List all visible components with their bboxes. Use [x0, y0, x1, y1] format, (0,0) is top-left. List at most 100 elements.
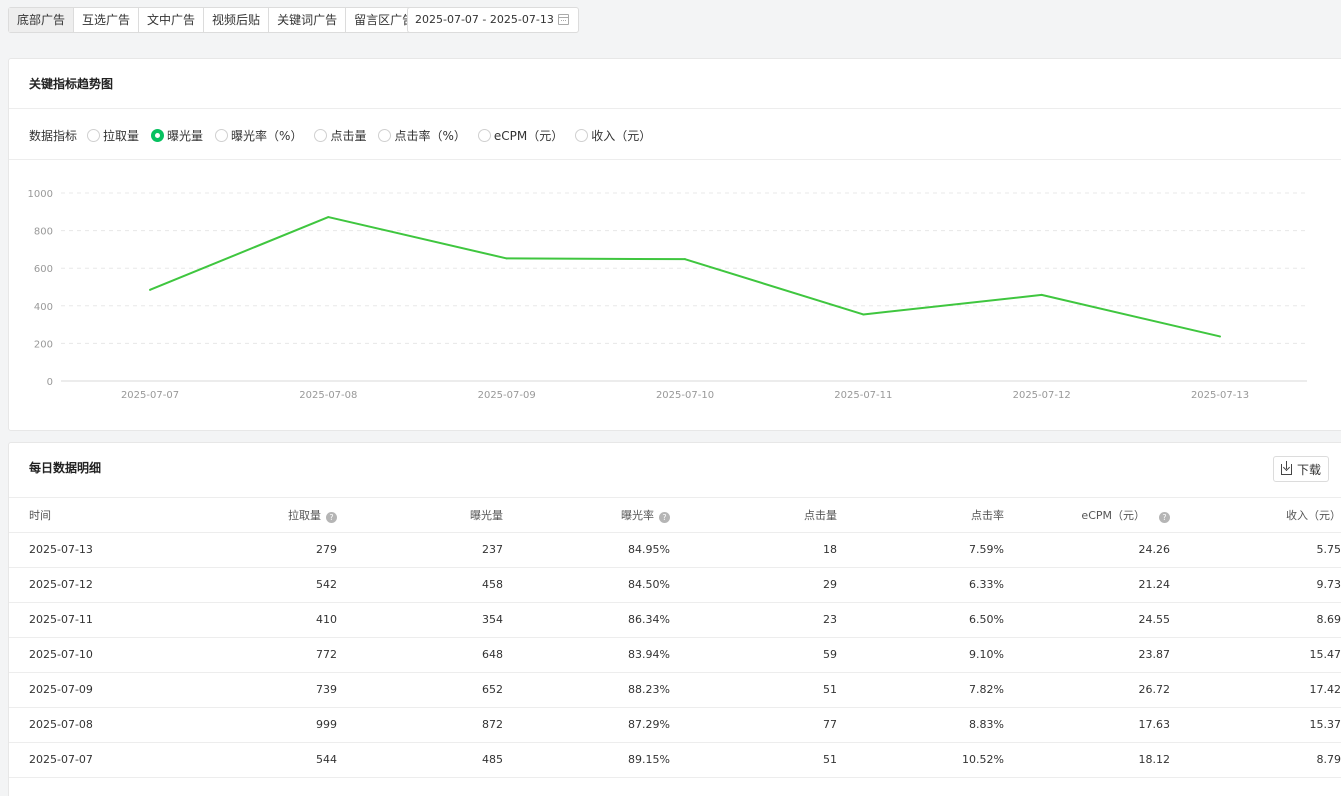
radio-label: 点击量 [330, 128, 367, 143]
cell-click-rate: 6.33% [837, 567, 1004, 603]
cell-revenue: 17.42 [1170, 672, 1341, 708]
x-tick-label: 2025-07-07 [121, 390, 179, 401]
col-header-click-rate: 点击率 [837, 498, 1004, 533]
tab-keyword-ad[interactable]: 关键词广告 [269, 8, 347, 32]
data-point[interactable] [1040, 293, 1043, 296]
x-tick-label: 2025-07-09 [478, 390, 536, 401]
cell-click-count: 59 [670, 637, 837, 673]
radio-exposure-rate[interactable]: 曝光率（%） [215, 127, 302, 144]
cell-ecpm: 24.55 [1004, 602, 1170, 638]
cell-exposure-count: 872 [337, 707, 503, 743]
cell-ecpm: 26.72 [1004, 672, 1170, 708]
cell-date: 2025-07-08 [9, 707, 189, 743]
col-header-date: 时间 [9, 498, 189, 533]
date-range-picker[interactable]: 2025-07-07 - 2025-07-13 [407, 7, 579, 33]
data-point[interactable] [684, 258, 686, 261]
cell-ecpm: 23.87 [1004, 637, 1170, 673]
cell-exposure-count: 648 [337, 637, 503, 673]
x-tick-label: 2025-07-08 [299, 390, 357, 401]
cell-revenue: 8.69 [1170, 602, 1341, 638]
tab-bottom-ad[interactable]: 底部广告 [9, 8, 75, 32]
radio-circle-icon [215, 128, 229, 142]
cell-click-rate: 9.10% [837, 637, 1004, 673]
tab-select-ad[interactable]: 互选广告 [74, 8, 140, 32]
cell-ecpm: 24.26 [1004, 532, 1170, 568]
data-point[interactable] [862, 313, 865, 316]
data-point[interactable] [1219, 335, 1221, 338]
table-row: 2025-07-09 739 652 88.23% 51 7.82% 26.72 17.42 [9, 672, 1341, 708]
cell-exposure-rate: 83.94% [503, 637, 670, 673]
y-tick-label: 400 [34, 302, 53, 313]
radio-label: eCPM（元） [493, 128, 564, 143]
col-header-pull-count: 拉取量? [189, 498, 337, 533]
table-row: 2025-07-08 999 872 87.29% 77 8.83% 17.63 15.37 [9, 707, 1341, 743]
radio-revenue[interactable]: 收入（元） [575, 127, 651, 144]
calendar-icon [558, 14, 569, 25]
cell-click-count: 77 [670, 707, 837, 743]
cell-revenue: 15.47 [1170, 637, 1341, 673]
help-icon[interactable]: ? [1159, 511, 1170, 523]
metric-label: 数据指标 [29, 128, 78, 143]
radio-ecpm[interactable]: eCPM（元） [477, 127, 564, 144]
cell-ecpm: 17.63 [1004, 707, 1170, 743]
trend-title: 关键指标趋势图 [29, 77, 114, 91]
cell-click-rate: 6.50% [837, 602, 1004, 638]
help-icon[interactable]: ? [659, 511, 670, 523]
table-row: 2025-07-12 542 458 84.50% 29 6.33% 21.24 9.73 [9, 567, 1341, 603]
radio-exposure-count[interactable]: 曝光量 [151, 127, 203, 144]
tab-video-post-ad[interactable]: 视频后贴 [204, 8, 270, 32]
data-point[interactable] [505, 257, 508, 260]
cell-exposure-count: 485 [337, 742, 503, 778]
cell-pull-count: 739 [189, 672, 337, 708]
cell-revenue: 9.73 [1170, 567, 1341, 603]
cell-exposure-rate: 87.29% [503, 707, 670, 743]
daily-data-table: 时间 拉取量? 曝光量 曝光率? 点击量 点击率 eCPM（元）? 收入（元） … [9, 498, 1341, 778]
col-header-exposure-rate: 曝光率? [503, 498, 670, 533]
trend-card: 关键指标趋势图 数据指标 拉取量 曝光量 曝光率（%） 点击量 点击率（%） e… [8, 58, 1341, 431]
cell-ecpm: 21.24 [1004, 567, 1170, 603]
table-header-row: 时间 拉取量? 曝光量 曝光率? 点击量 点击率 eCPM（元）? 收入（元） [9, 498, 1341, 533]
cell-pull-count: 999 [189, 707, 337, 743]
ad-type-tabs: 底部广告 互选广告 文中广告 视频后贴 关键词广告 留言区广告 [8, 7, 424, 33]
cell-click-rate: 7.59% [837, 532, 1004, 568]
cell-date: 2025-07-11 [9, 602, 189, 638]
col-header-exposure-count: 曝光量 [337, 498, 503, 533]
cell-click-count: 23 [670, 602, 837, 638]
cell-date: 2025-07-09 [9, 672, 189, 708]
radio-label: 收入（元） [591, 128, 652, 143]
trend-line-chart: 0 200 400 600 800 1000 2025-07-07 2025-07-08 202… [28, 189, 1307, 401]
radio-label: 拉取量 [103, 128, 140, 143]
table-row: 2025-07-10 772 648 83.94% 59 9.10% 23.87 15.47 [9, 637, 1341, 673]
series-line [149, 216, 1221, 338]
radio-pull-count[interactable]: 拉取量 [87, 127, 139, 144]
col-header-click-count: 点击量 [670, 498, 837, 533]
divider [9, 108, 1341, 109]
y-tick-label: 200 [34, 339, 53, 350]
radio-circle-icon [87, 128, 101, 142]
cell-exposure-count: 652 [337, 672, 503, 708]
cell-pull-count: 410 [189, 602, 337, 638]
cell-pull-count: 279 [189, 532, 337, 568]
top-bar: 底部广告 互选广告 文中广告 视频后贴 关键词广告 留言区广告 2025-07-… [0, 0, 1341, 52]
radio-circle-icon [378, 128, 392, 142]
cell-revenue: 8.79 [1170, 742, 1341, 778]
daily-title: 每日数据明细 [29, 461, 102, 475]
cell-exposure-count: 237 [337, 532, 503, 568]
y-tick-label: 600 [34, 264, 53, 275]
y-tick-label: 1000 [28, 189, 53, 200]
help-icon[interactable]: ? [326, 511, 337, 523]
data-point[interactable] [327, 216, 330, 219]
radio-click-rate[interactable]: 点击率（%） [378, 127, 466, 144]
download-button[interactable]: 下载 [1273, 456, 1329, 482]
radio-click-count[interactable]: 点击量 [314, 127, 366, 144]
cell-revenue: 15.37 [1170, 707, 1341, 743]
tab-in-article-ad[interactable]: 文中广告 [139, 8, 205, 32]
table-row: 2025-07-13 279 237 84.95% 18 7.59% 24.26 5.75 [9, 532, 1341, 568]
cell-exposure-count: 354 [337, 602, 503, 638]
cell-exposure-count: 458 [337, 567, 503, 603]
radio-circle-icon [477, 128, 491, 142]
data-point[interactable] [149, 288, 151, 291]
table-row: 2025-07-11 410 354 86.34% 23 6.50% 24.55 8.69 [9, 602, 1341, 638]
radio-circle-icon [151, 128, 165, 142]
radio-label: 点击率（%） [394, 128, 466, 143]
